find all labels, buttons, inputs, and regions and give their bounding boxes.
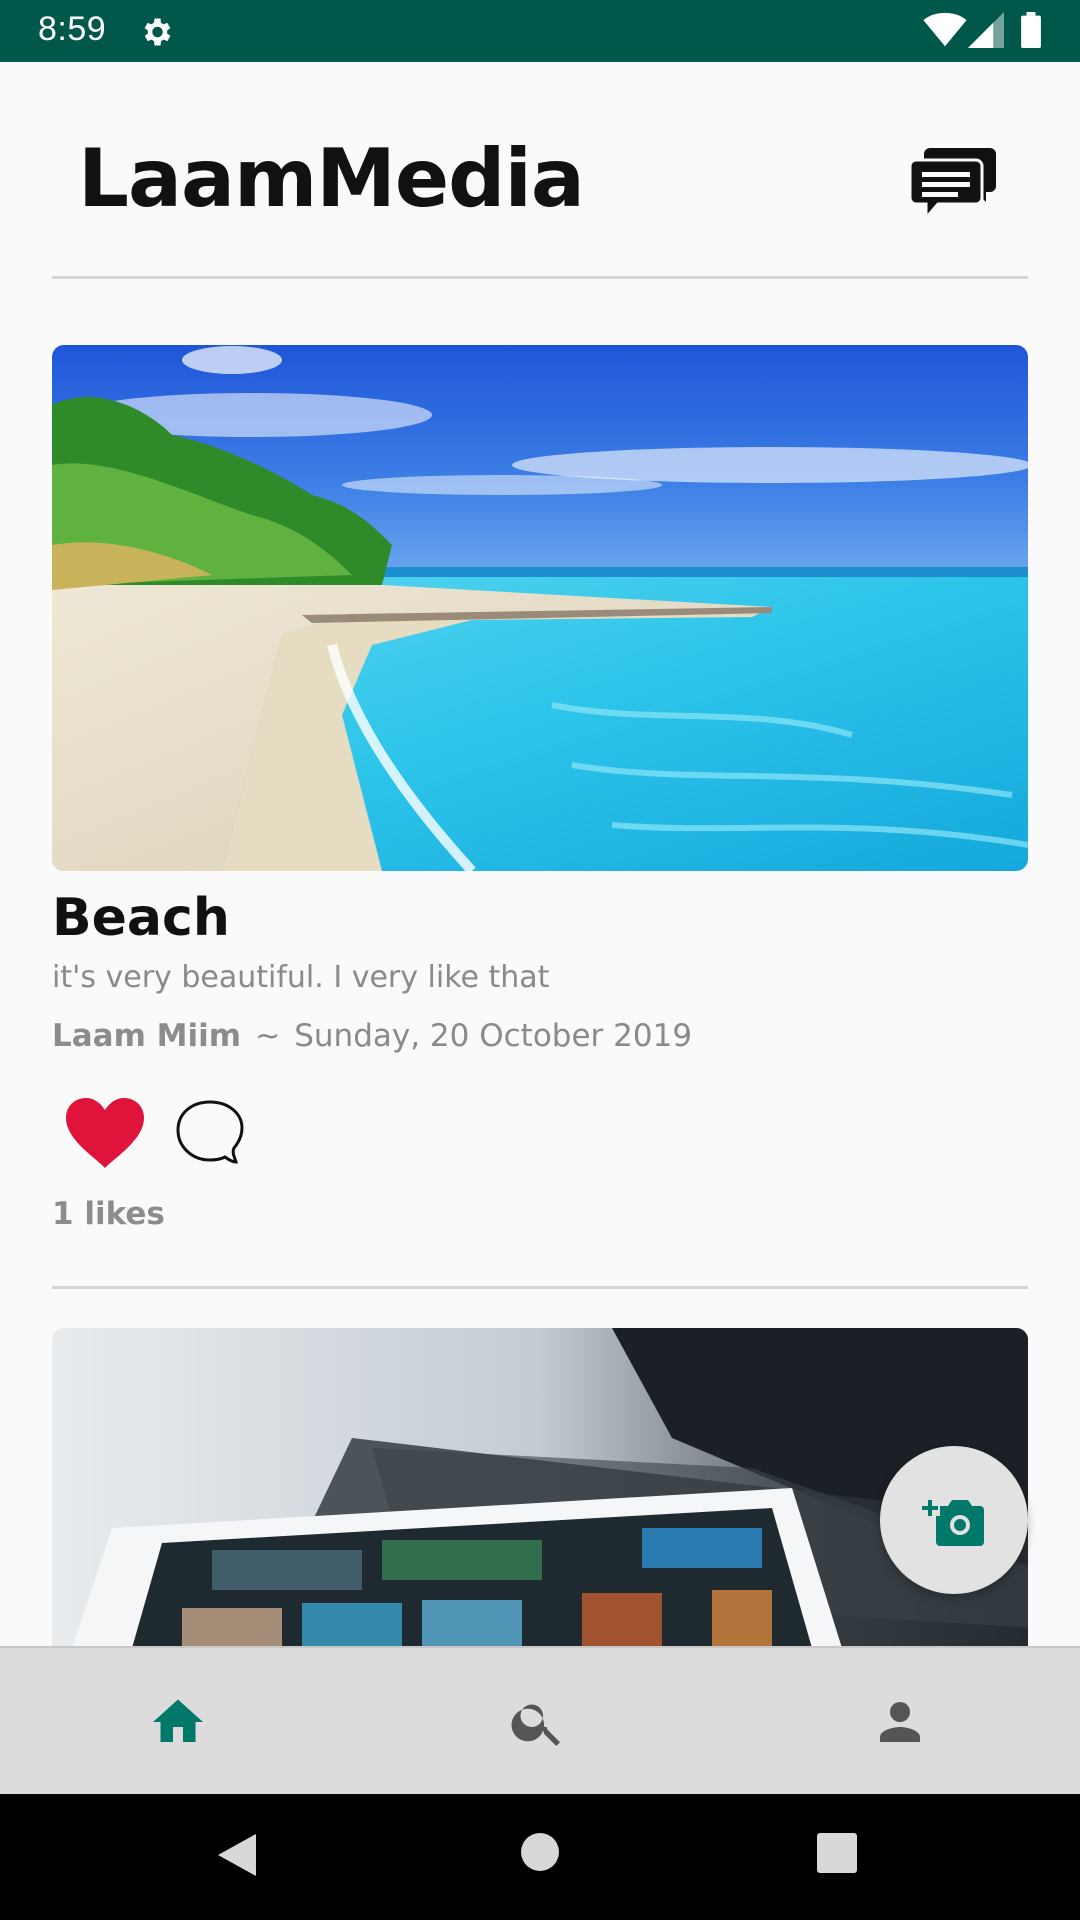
tablet-photo <box>52 1328 1028 1648</box>
post-meta: Laam Miim ~ Sunday, 20 October 2019 <box>52 1018 692 1054</box>
meta-separator: ~ <box>255 1019 281 1054</box>
bottom-navigation <box>0 1646 1080 1794</box>
heart-icon[interactable] <box>66 1098 144 1170</box>
signal-icon <box>968 12 1004 48</box>
battery-icon <box>1021 12 1041 48</box>
chat-bubbles-icon[interactable] <box>908 142 998 224</box>
back-icon[interactable] <box>214 1830 260 1880</box>
post-author[interactable]: Laam Miim <box>52 1018 241 1054</box>
person-icon[interactable] <box>870 1692 930 1752</box>
likes-count: 1 likes <box>52 1196 165 1232</box>
search-icon[interactable] <box>508 1692 568 1752</box>
post-divider <box>52 1286 1028 1289</box>
home-circle-icon[interactable] <box>520 1832 560 1872</box>
beach-photo <box>52 345 1028 871</box>
status-time: 8:59 <box>38 10 107 48</box>
post-image-2[interactable] <box>52 1328 1028 1648</box>
gear-icon <box>144 18 171 46</box>
status-bar: 8:59 <box>0 0 1080 62</box>
post-title: Beach <box>52 888 230 948</box>
app-screen: 8:59 LaamMedia Beach it's very beautiful… <box>0 0 1080 1920</box>
system-navigation-bar <box>0 1794 1080 1920</box>
header-divider <box>52 276 1028 279</box>
add-photo-button[interactable] <box>880 1446 1028 1594</box>
post-image[interactable] <box>52 345 1028 871</box>
wifi-icon <box>923 12 967 47</box>
add-photo-icon <box>922 1500 984 1546</box>
post-caption: it's very beautiful. I very like that <box>52 960 550 995</box>
app-title: LaamMedia <box>78 132 585 225</box>
home-icon[interactable] <box>148 1692 208 1752</box>
comment-icon[interactable] <box>176 1100 244 1172</box>
post-date: Sunday, 20 October 2019 <box>294 1018 693 1054</box>
app-header: LaamMedia <box>0 62 1080 280</box>
recents-icon[interactable] <box>816 1832 858 1874</box>
